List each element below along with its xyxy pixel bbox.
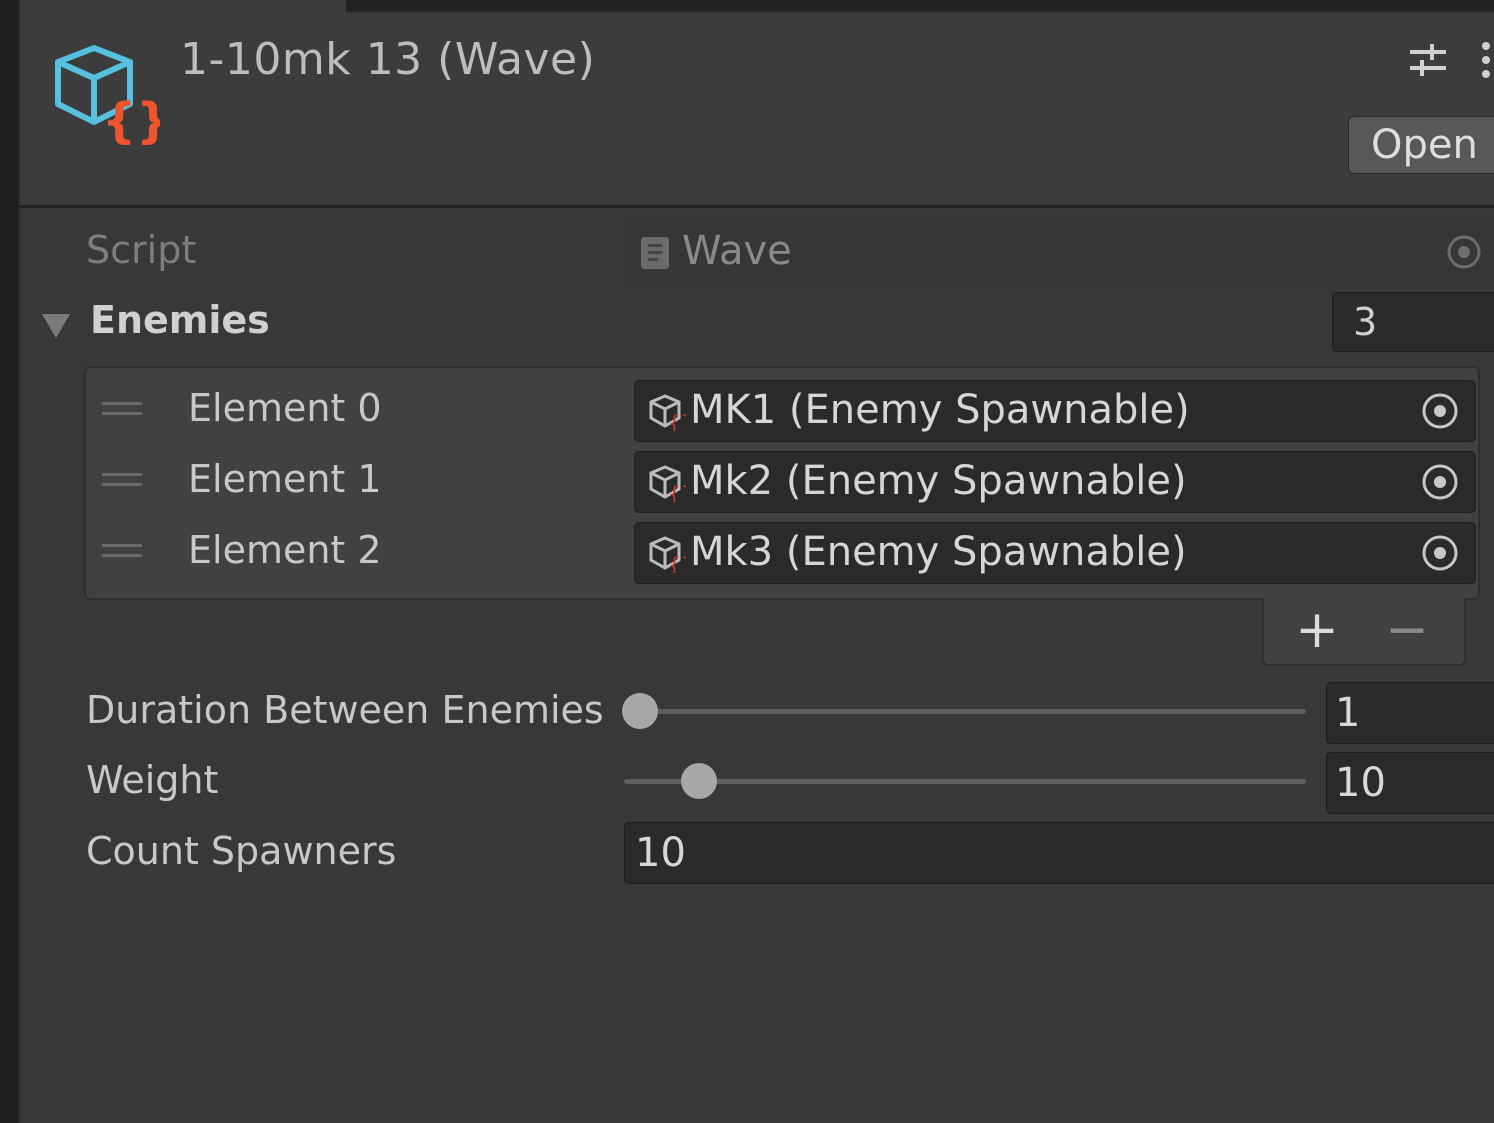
remove-element-button[interactable]: − bbox=[1384, 602, 1430, 658]
enemy-object-value: MK1 (Enemy Spawnable) bbox=[690, 387, 1190, 433]
scriptable-object-icon: {} bbox=[55, 45, 160, 146]
weight-slider-track[interactable] bbox=[624, 779, 1306, 784]
weight-value-field[interactable]: 10 bbox=[1326, 752, 1494, 814]
count-spawners-label: Count Spawners bbox=[86, 829, 397, 873]
svg-text:{}: {} bbox=[668, 553, 686, 573]
add-element-button[interactable]: + bbox=[1294, 602, 1340, 658]
svg-text:{}: {} bbox=[668, 411, 686, 431]
element-label: Element 0 bbox=[188, 386, 382, 430]
object-picker-icon bbox=[1447, 235, 1481, 269]
open-button[interactable]: Open bbox=[1348, 116, 1494, 174]
duration-value-field[interactable]: 1 bbox=[1326, 682, 1494, 744]
element-label: Element 2 bbox=[188, 528, 382, 572]
enemy-object-value: Mk2 (Enemy Spawnable) bbox=[690, 458, 1187, 504]
count-spawners-field[interactable]: 10 bbox=[624, 822, 1494, 884]
editor-left-strip bbox=[0, 0, 18, 1123]
header-divider bbox=[20, 205, 1494, 208]
enemy-spawnable-icon: {} bbox=[649, 536, 686, 573]
script-label: Script bbox=[86, 228, 197, 272]
duration-label: Duration Between Enemies bbox=[86, 688, 604, 732]
enemies-label[interactable]: Enemies bbox=[90, 298, 270, 342]
object-picker-icon[interactable] bbox=[1421, 392, 1459, 430]
asset-title: 1-10mk 13 (Wave) bbox=[180, 34, 596, 85]
enemies-size-field[interactable]: 3 bbox=[1332, 292, 1494, 352]
element-label: Element 1 bbox=[188, 457, 382, 501]
svg-text:{}: {} bbox=[102, 93, 160, 146]
enemy-spawnable-icon: {} bbox=[649, 465, 686, 502]
drag-handle-icon[interactable] bbox=[102, 544, 142, 562]
enemy-object-value: Mk3 (Enemy Spawnable) bbox=[690, 529, 1187, 575]
more-options-icon[interactable] bbox=[1476, 40, 1494, 80]
duration-slider-thumb[interactable] bbox=[622, 693, 658, 729]
script-value: Wave bbox=[682, 228, 792, 274]
object-picker-icon[interactable] bbox=[1421, 463, 1459, 501]
script-file-icon bbox=[641, 237, 669, 269]
foldout-arrow-icon[interactable] bbox=[40, 310, 72, 340]
drag-handle-icon[interactable] bbox=[102, 473, 142, 491]
weight-label: Weight bbox=[86, 758, 219, 802]
list-footer bbox=[1262, 598, 1466, 666]
svg-text:{}: {} bbox=[668, 482, 686, 502]
weight-slider-thumb[interactable] bbox=[681, 763, 718, 799]
enemy-spawnable-icon: {} bbox=[649, 394, 686, 431]
duration-slider-track[interactable] bbox=[640, 709, 1306, 714]
object-picker-icon[interactable] bbox=[1421, 534, 1459, 572]
preset-settings-icon[interactable] bbox=[1408, 40, 1448, 80]
drag-handle-icon[interactable] bbox=[102, 402, 142, 420]
tab-inspector[interactable] bbox=[20, 0, 346, 14]
